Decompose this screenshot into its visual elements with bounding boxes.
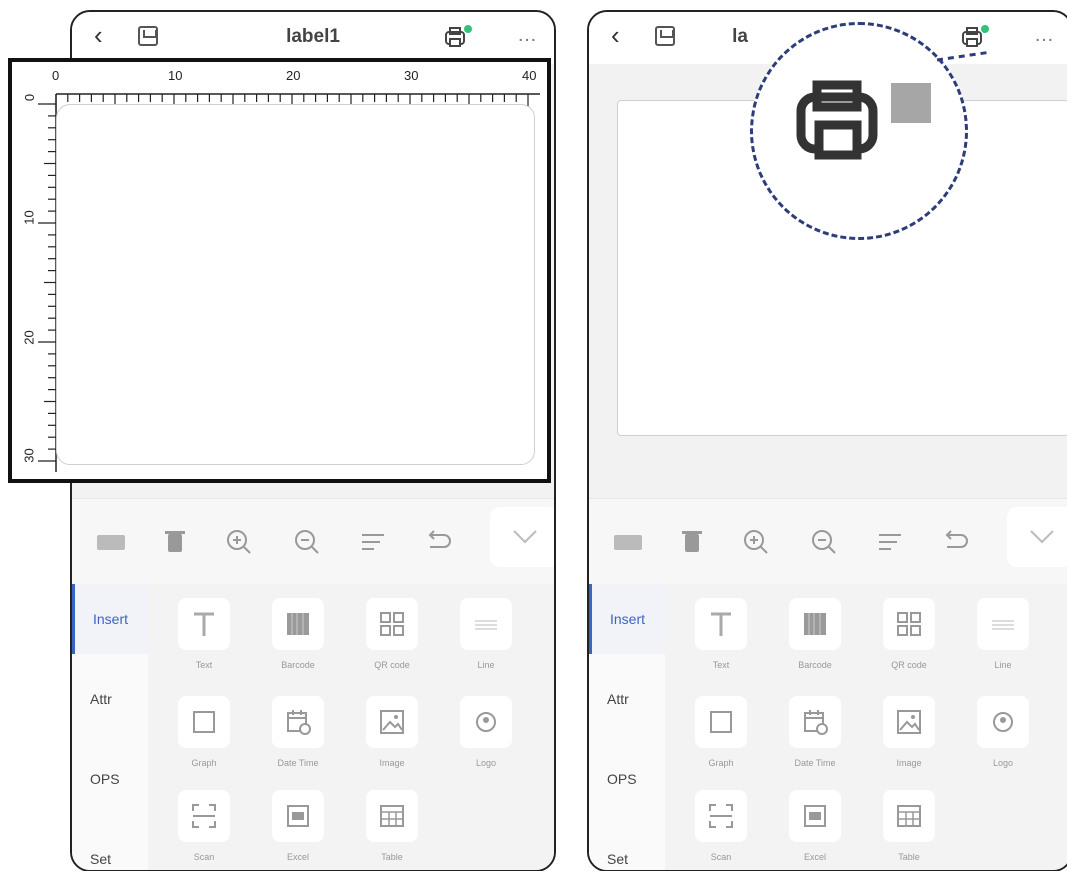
insert-grid: Text Barcode QR code Line Graph Date Tim… — [665, 584, 1067, 870]
keyboard-icon[interactable] — [94, 525, 128, 559]
collapse-button[interactable] — [490, 507, 554, 567]
insert-qrcode-button[interactable]: QR code — [346, 598, 438, 670]
tab-insert[interactable]: Insert — [589, 584, 665, 654]
graph-icon — [710, 711, 732, 733]
scan-icon — [709, 804, 733, 828]
line-icon — [992, 620, 1014, 630]
undo-icon[interactable] — [422, 525, 456, 559]
printer-icon[interactable] — [442, 24, 472, 50]
table-icon — [380, 805, 404, 827]
barcode-icon — [804, 613, 826, 635]
insert-text-button[interactable]: Text — [675, 598, 767, 670]
tab-ops[interactable]: OPS — [72, 744, 148, 814]
insert-image-button[interactable]: Image — [863, 696, 955, 768]
table-icon — [897, 805, 921, 827]
text-icon — [194, 612, 214, 636]
insert-date-time-button[interactable]: Date Time — [252, 696, 344, 768]
sidebar: Insert Attr OPS Set — [72, 584, 148, 870]
excel-icon — [804, 805, 826, 827]
zoom-out-icon[interactable] — [807, 525, 841, 559]
text-icon — [711, 612, 731, 636]
insert-table-button[interactable]: Table — [863, 790, 955, 862]
barcode-icon — [287, 613, 309, 635]
collapse-button[interactable] — [1007, 507, 1067, 567]
ruler-v-tick-10: 10 — [21, 210, 37, 225]
insert-graph-button[interactable]: Graph — [158, 696, 250, 768]
delete-icon[interactable] — [158, 525, 192, 559]
ruler-v-tick-30: 30 — [21, 448, 37, 463]
keyboard-icon[interactable] — [611, 525, 645, 559]
insert-scan-button[interactable]: Scan — [675, 790, 767, 862]
insert-excel-button[interactable]: Excel — [252, 790, 344, 862]
insert-logo-button[interactable]: Logo — [440, 696, 532, 768]
insert-date-time-button[interactable]: Date Time — [769, 696, 861, 768]
insert-scan-button[interactable]: Scan — [158, 790, 250, 862]
tab-ops[interactable]: OPS — [589, 744, 665, 814]
edit-toolbar — [589, 498, 1067, 584]
zoom-out-icon[interactable] — [290, 525, 324, 559]
tab-insert[interactable]: Insert — [72, 584, 148, 654]
logo-icon — [476, 712, 496, 732]
ruler-v-tick-0: 0 — [22, 93, 38, 102]
insert-barcode-button[interactable]: Barcode — [769, 598, 861, 670]
insert-graph-button[interactable]: Graph — [675, 696, 767, 768]
insert-grid: Text Barcode QR code Line Graph Date Tim… — [148, 584, 554, 870]
align-icon[interactable] — [873, 525, 907, 559]
label-canvas[interactable] — [56, 104, 535, 465]
delete-icon[interactable] — [675, 525, 709, 559]
tab-attr[interactable]: Attr — [589, 664, 665, 734]
sidebar: Insert Attr OPS Set — [589, 584, 665, 870]
image-icon — [897, 710, 921, 734]
insert-line-button[interactable]: Line — [440, 598, 532, 670]
insert-excel-button[interactable]: Excel — [769, 790, 861, 862]
undo-icon[interactable] — [939, 525, 973, 559]
chevron-down-icon — [1030, 530, 1054, 544]
more-icon[interactable]: … — [1034, 24, 1055, 47]
image-icon — [380, 710, 404, 734]
zoom-in-icon[interactable] — [222, 525, 256, 559]
top-bar: ‹ label1 … — [72, 12, 554, 64]
tab-set[interactable]: Set — [589, 824, 665, 870]
page-title: label1 — [286, 26, 340, 47]
excel-icon — [287, 805, 309, 827]
qrcode-icon — [897, 612, 921, 636]
insert-logo-button[interactable]: Logo — [957, 696, 1049, 768]
chevron-down-icon — [513, 530, 537, 544]
edit-toolbar — [72, 498, 554, 584]
ruler-h-tick-10: 10 — [168, 68, 183, 83]
date-time-icon — [804, 710, 828, 735]
logo-icon — [993, 712, 1013, 732]
ruler-h-tick-0: 0 — [52, 68, 60, 83]
ruler-h-tick-20: 20 — [286, 68, 301, 83]
zoom-in-icon[interactable] — [739, 525, 773, 559]
qrcode-icon — [380, 612, 404, 636]
graph-icon — [193, 711, 215, 733]
align-icon[interactable] — [356, 525, 390, 559]
date-time-icon — [287, 710, 311, 735]
insert-text-button[interactable]: Text — [158, 598, 250, 670]
ruler-h-tick-30: 30 — [404, 68, 419, 83]
tab-set[interactable]: Set — [72, 824, 148, 870]
insert-line-button[interactable]: Line — [957, 598, 1049, 670]
callout-connector — [936, 50, 992, 62]
ruler-h-tick-40: 40 — [522, 68, 537, 83]
insert-qrcode-button[interactable]: QR code — [863, 598, 955, 670]
more-icon[interactable]: … — [517, 24, 538, 47]
line-icon — [475, 620, 497, 630]
tab-attr[interactable]: Attr — [72, 664, 148, 734]
ruler-zoom-frame: 0 10 20 30 40 0 10 20 30 — [8, 58, 551, 483]
scan-icon — [192, 804, 216, 828]
insert-image-button[interactable]: Image — [346, 696, 438, 768]
insert-table-button[interactable]: Table — [346, 790, 438, 862]
insert-barcode-button[interactable]: Barcode — [252, 598, 344, 670]
ruler-v-tick-20: 20 — [21, 330, 37, 345]
